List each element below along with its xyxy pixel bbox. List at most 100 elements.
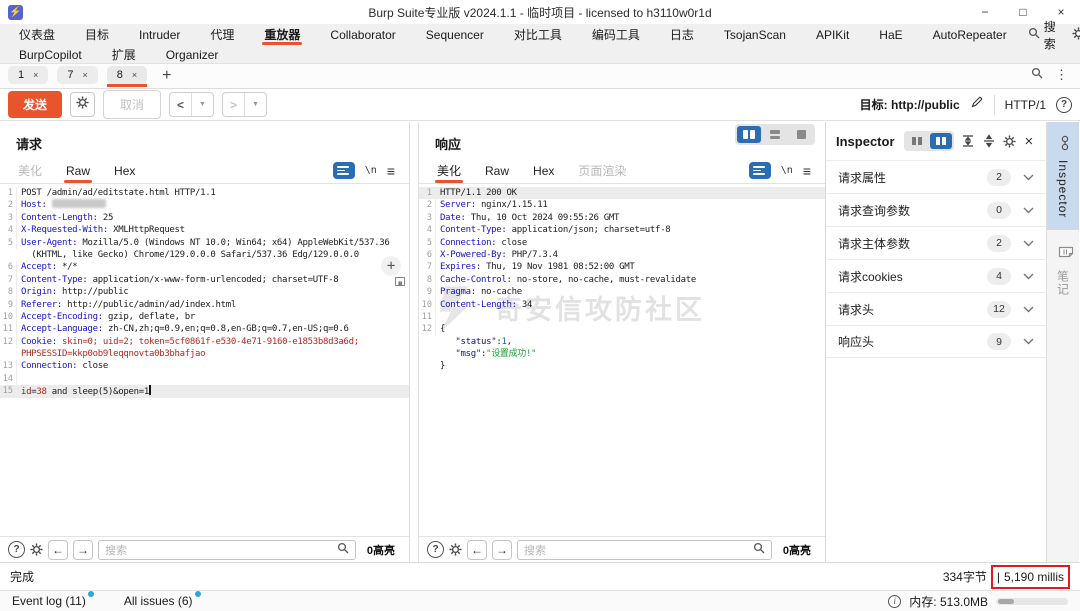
editor-line[interactable]: } — [419, 360, 825, 372]
forward-dropdown-icon[interactable]: ▼ — [244, 93, 266, 116]
main-tab-Collaborator[interactable]: Collaborator — [315, 24, 410, 45]
search-settings-icon[interactable] — [449, 543, 462, 556]
repeater-tab-8[interactable]: 8× — [107, 66, 147, 87]
editor-line[interactable]: 13Connection: close — [0, 360, 409, 372]
editor-line[interactable]: 10Content-Length: 34 — [419, 299, 825, 311]
response-view-tab-Raw[interactable]: Raw — [473, 158, 521, 183]
back-dropdown-icon[interactable]: ▼ — [191, 93, 213, 116]
editor-line[interactable]: 1POST /admin/ad/editstate.html HTTP/1.1 — [0, 187, 409, 199]
response-search-input[interactable]: 搜索 — [517, 540, 772, 560]
panel-splitter[interactable] — [409, 122, 419, 562]
chevron-down-icon[interactable] — [1023, 273, 1034, 280]
collapse-all-icon[interactable] — [982, 134, 996, 148]
main-tab-仪表盘[interactable]: 仪表盘 — [4, 24, 70, 45]
editor-line[interactable]: 10Accept-Encoding: gzip, deflate, br — [0, 311, 409, 323]
editor-line[interactable]: 9Referer: http://public/admin/ad/index.h… — [0, 299, 409, 311]
main-tab-对比工具[interactable]: 对比工具 — [499, 24, 577, 45]
next-match-button[interactable]: → — [73, 540, 93, 560]
editor-line[interactable]: 12Cookie: skin=0; uid=2; token=5cf0861f-… — [0, 336, 409, 348]
inspector-section-请求主体参数[interactable]: 请求主体参数2 — [826, 226, 1046, 259]
editor-line[interactable]: "status":1, — [419, 336, 825, 348]
editor-line[interactable]: 4X-Requested-With: XMLHttpRequest — [0, 224, 409, 236]
editor-line[interactable]: 5User-Agent: Mozilla/5.0 (Windows NT 10.… — [0, 237, 409, 249]
request-view-tab-Raw[interactable]: Raw — [54, 158, 102, 183]
inspector-section-请求cookies[interactable]: 请求cookies4 — [826, 259, 1046, 292]
chevron-down-icon[interactable] — [1023, 174, 1034, 181]
layout-rows-button[interactable] — [763, 126, 787, 143]
expand-all-icon[interactable] — [961, 134, 975, 148]
main-tab-目标[interactable]: 目标 — [70, 24, 124, 45]
main-tab-APIKit[interactable]: APIKit — [801, 24, 864, 45]
response-view-tab-Hex[interactable]: Hex — [521, 158, 566, 183]
history-forward-button[interactable]: > ▼ — [222, 92, 267, 117]
close-tab-icon[interactable]: × — [83, 70, 88, 80]
help-icon[interactable]: ? — [1056, 97, 1072, 113]
cancel-button[interactable]: 取消 — [103, 90, 161, 119]
main-tab-重放器[interactable]: 重放器 — [249, 24, 315, 45]
pretty-print-toggle-icon[interactable] — [749, 162, 771, 179]
main-tab-HaE[interactable]: HaE — [864, 24, 917, 45]
chevron-down-icon[interactable] — [1023, 306, 1034, 313]
editor-line[interactable]: 8Cache-Control: no-store, no-cache, must… — [419, 274, 825, 286]
editor-line[interactable]: 1HTTP/1.1 200 OK — [419, 187, 825, 199]
edit-target-icon[interactable] — [970, 95, 984, 114]
search-settings-icon[interactable] — [30, 543, 43, 556]
prev-match-button[interactable]: ← — [467, 540, 487, 560]
editor-line[interactable]: 2Host: — [0, 199, 409, 211]
close-tab-icon[interactable]: × — [132, 70, 137, 80]
event-log-tab[interactable]: Event log (11) — [12, 594, 94, 608]
main-tab-TsojanScan[interactable]: TsojanScan — [709, 24, 801, 45]
editor-menu-icon[interactable]: ≡ — [803, 163, 811, 179]
editor-line[interactable]: 8Origin: http://public — [0, 286, 409, 298]
editor-line[interactable]: 6X-Powered-By: PHP/7.3.4 — [419, 249, 825, 261]
search-help-icon[interactable]: ? — [427, 541, 444, 558]
editor-line[interactable]: 3Date: Thu, 10 Oct 2024 09:55:26 GMT — [419, 212, 825, 224]
side-tab-notes[interactable]: 笔记 — [1047, 230, 1079, 308]
layout-single-button[interactable] — [789, 126, 813, 143]
side-tab-inspector[interactable]: Inspector — [1047, 122, 1079, 230]
chevron-down-icon[interactable] — [1023, 338, 1034, 345]
tab-more-icon[interactable]: ⋮ — [1055, 67, 1068, 83]
editor-line[interactable]: 11 — [419, 311, 825, 323]
main-tab-日志[interactable]: 日志 — [655, 24, 709, 45]
secondary-tab-Organizer[interactable]: Organizer — [151, 48, 234, 62]
chevron-down-icon[interactable] — [1023, 240, 1034, 247]
next-match-button[interactable]: → — [492, 540, 512, 560]
close-tab-icon[interactable]: × — [33, 70, 38, 80]
editor-line[interactable]: 6Accept: */* — [0, 261, 409, 273]
editor-line[interactable]: 7Expires: Thu, 19 Nov 1981 08:52:00 GMT — [419, 261, 825, 273]
response-view-tab-页面渲染[interactable]: 页面渲染 — [566, 158, 638, 183]
main-tab-代理[interactable]: 代理 — [195, 24, 249, 45]
inspector-close-icon[interactable]: × — [1025, 133, 1034, 150]
editor-line[interactable]: "msg":"设置成功!" — [419, 348, 825, 360]
editor-line[interactable]: (KHTML, like Gecko) Chrome/129.0.0.0 Saf… — [0, 249, 409, 261]
minimize-button[interactable]: − — [966, 5, 1004, 19]
request-search-input[interactable]: 搜索 — [98, 540, 356, 560]
editor-line[interactable]: 3Content-Length: 25 — [0, 212, 409, 224]
send-button[interactable]: 发送 — [8, 91, 62, 118]
show-newlines-toggle[interactable]: \n — [781, 165, 793, 176]
repeater-tab-1[interactable]: 1× — [8, 66, 48, 87]
response-editor[interactable]: 奇安信攻防社区 1HTTP/1.1 200 OK2Server: nginx/1… — [419, 184, 825, 536]
editor-line[interactable]: 5Connection: close — [419, 237, 825, 249]
secondary-tab-BurpCopilot[interactable]: BurpCopilot — [4, 48, 97, 62]
request-view-tab-Hex[interactable]: Hex — [102, 158, 147, 183]
search-help-icon[interactable]: ? — [8, 541, 25, 558]
history-back-button[interactable]: < ▼ — [169, 92, 214, 117]
editor-line[interactable]: 12{ — [419, 323, 825, 335]
editor-menu-icon[interactable]: ≡ — [387, 163, 395, 179]
main-tab-AutoRepeater[interactable]: AutoRepeater — [918, 24, 1022, 45]
inspector-section-响应头[interactable]: 响应头9 — [826, 325, 1046, 358]
add-tab-button[interactable]: + — [156, 66, 177, 86]
main-tab-编码工具[interactable]: 编码工具 — [577, 24, 655, 45]
all-issues-tab[interactable]: All issues (6) — [124, 594, 201, 608]
prev-match-button[interactable]: ← — [48, 540, 68, 560]
request-editor[interactable]: + ▦ 1POST /admin/ad/editstate.html HTTP/… — [0, 184, 409, 536]
inspector-section-请求属性[interactable]: 请求属性2 — [826, 160, 1046, 193]
editor-line[interactable]: PHPSESSID=kkp0ob9leqqnovta0b3bhafjao — [0, 348, 409, 360]
pretty-print-toggle-icon[interactable] — [333, 162, 355, 179]
global-settings-button[interactable]: 设置 — [1066, 18, 1080, 52]
tab-search-icon[interactable] — [1031, 66, 1043, 84]
main-tab-Intruder[interactable]: Intruder — [124, 24, 195, 45]
editor-line[interactable]: 14 — [0, 373, 409, 385]
